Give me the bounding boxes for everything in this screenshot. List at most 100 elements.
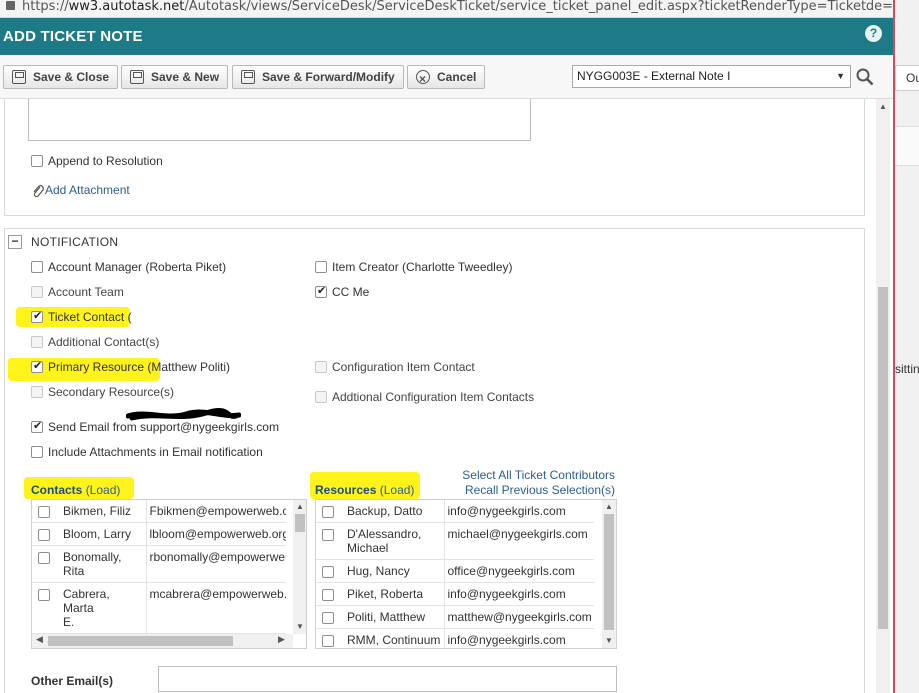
scroll-thumb[interactable] [48, 636, 233, 646]
table-row[interactable]: Bikmen, Filiz Fbikmen@empowerweb.c [32, 500, 286, 523]
other-emails-input[interactable] [158, 666, 617, 692]
row-checkbox-cell [316, 628, 344, 648]
row-name: D'Alessandro, Michael [344, 522, 444, 560]
notify-label: Include Attachments in Email notificatio… [48, 444, 263, 459]
notify-label: Item Creator (Charlotte Tweedley) [332, 259, 513, 274]
url-tail: de= [865, 0, 893, 14]
collapse-icon[interactable]: − [8, 235, 22, 249]
save-forward-button[interactable]: Save & Forward/Modify [232, 65, 404, 89]
resources-vscroll[interactable]: ▲ ▼ [602, 500, 616, 648]
add-attachment-link[interactable]: Add Attachment [31, 183, 130, 198]
search-icon[interactable] [856, 68, 874, 86]
append-resolution-row[interactable]: Append to Resolution [31, 153, 163, 168]
table-row[interactable]: Cabrera, Marta E. mcabrera@empowerweb. [32, 582, 286, 634]
table-row[interactable]: Backup, Datto info@nygeekgirls.com [316, 500, 594, 523]
row-checkbox[interactable] [322, 588, 334, 601]
row-checkbox[interactable] [38, 551, 50, 564]
include-attachments[interactable]: Include Attachments in Email notificatio… [31, 444, 263, 459]
row-checkbox-cell [316, 522, 344, 560]
contacts-hscroll[interactable]: ◀ ▶ [32, 634, 293, 648]
notify-account-team: Account Team [31, 284, 124, 299]
scroll-thumb[interactable] [604, 514, 614, 630]
help-icon[interactable]: ? [865, 25, 882, 42]
scroll-up-icon[interactable]: ▲ [296, 502, 304, 511]
notify-label: Addtional Configuration Item Contacts [332, 389, 535, 404]
row-email: info@nygeekgirls.com [443, 628, 594, 648]
row-checkbox[interactable] [322, 505, 334, 518]
row-checkbox[interactable] [322, 565, 334, 578]
notify-ticket-contact[interactable]: Ticket Contact ( [31, 309, 132, 324]
row-checkbox[interactable] [322, 611, 334, 624]
row-checkbox[interactable] [38, 528, 50, 541]
row-checkbox-cell [316, 559, 344, 583]
background-tab[interactable]: Ou [895, 65, 919, 91]
save-new-button[interactable]: Save & New [121, 65, 229, 89]
lock-icon [6, 1, 15, 10]
add-attachment-label[interactable]: Add Attachment [45, 183, 130, 197]
scroll-up-icon[interactable]: ▲ [879, 102, 887, 111]
paperclip-icon [33, 184, 44, 197]
table-row[interactable]: Politi, Matthew matthew@nygeekgirls.com [316, 605, 594, 629]
notify-label: Send Email from support@nygeekgirls.com [48, 419, 279, 434]
notify-checkbox [31, 385, 43, 398]
scroll-left-icon[interactable]: ◀ [36, 634, 43, 645]
main-scrollbar[interactable]: ▲ [876, 99, 890, 693]
notify-item-creator[interactable]: Item Creator (Charlotte Tweedley) [315, 259, 513, 274]
notify-label: Configuration Item Contact [332, 359, 475, 374]
table-row[interactable]: Bonomally, Rita rbonomally@empowerweb [32, 545, 286, 583]
row-email: info@nygeekgirls.com [443, 582, 594, 606]
row-email: rbonomally@empowerweb [145, 545, 286, 583]
contacts-load-link[interactable]: (Load) [86, 483, 121, 497]
row-checkbox[interactable] [322, 528, 334, 541]
select-all-contributors-link[interactable]: Select All Ticket Contributors [462, 468, 615, 482]
url-host: ww3.autotask.net [68, 0, 185, 14]
browser-url-bar[interactable]: https://ww3.autotask.net/Autotask/views/… [0, 0, 893, 18]
save-icon [241, 70, 255, 84]
cancel-button[interactable]: Cancel [407, 65, 486, 90]
table-row[interactable]: Piket, Roberta info@nygeekgirls.com [316, 582, 594, 606]
notify-checkbox[interactable] [31, 359, 43, 373]
notification-title: NOTIFICATION [31, 235, 119, 249]
contacts-table: Bikmen, Filiz Fbikmen@empowerweb.c Bloom, … [32, 500, 286, 648]
scroll-up-icon[interactable]: ▲ [605, 502, 613, 511]
notify-checkbox[interactable] [31, 445, 43, 458]
row-checkbox[interactable] [38, 588, 50, 601]
resources-title: Resources [315, 483, 377, 497]
table-row[interactable]: Bloom, Larry lbloom@empowerweb.org [32, 522, 286, 546]
chevron-down-icon: ▼ [836, 71, 845, 81]
notify-checkbox[interactable] [315, 284, 327, 298]
table-row[interactable]: RMM, Continuum info@nygeekgirls.com [316, 628, 594, 648]
contacts-vscroll[interactable]: ▲ ▼ [293, 500, 306, 634]
url-scheme: https:// [22, 0, 69, 14]
table-row[interactable]: D'Alessandro, Michael michael@nygeekgirls… [316, 522, 594, 560]
append-resolution-checkbox[interactable] [31, 154, 43, 167]
notify-checkbox[interactable] [31, 260, 43, 273]
scroll-right-icon[interactable]: ▶ [278, 634, 285, 645]
notify-checkbox[interactable] [315, 260, 327, 273]
save-close-button[interactable]: Save & Close [3, 65, 119, 89]
row-checkbox[interactable] [38, 505, 50, 518]
recall-selections-link[interactable]: Recall Previous Selection(s) [465, 483, 615, 497]
resources-grid: Backup, Datto info@nygeekgirls.com D'Aless… [315, 499, 617, 649]
row-checkbox[interactable] [322, 634, 334, 647]
notify-account-manager[interactable]: Account Manager (Roberta Piket) [31, 259, 226, 274]
row-email: mcabrera@empowerweb. [145, 582, 286, 634]
notify-label: CC Me [332, 284, 370, 299]
notify-primary-resource[interactable]: Primary Resource (Matthew Politi) [31, 359, 230, 374]
notify-label: Additional Contact(s) [48, 334, 160, 349]
notify-checkbox[interactable] [31, 419, 43, 433]
notify-checkbox[interactable] [31, 309, 43, 323]
scroll-down-icon[interactable]: ▼ [296, 622, 304, 631]
send-email-from[interactable]: Send Email from support@nygeekgirls.com [31, 419, 279, 434]
note-description-textarea[interactable] [28, 99, 531, 141]
scroll-thumb[interactable] [878, 287, 888, 629]
resources-load-link[interactable]: (Load) [380, 483, 415, 497]
row-name: Piket, Roberta [344, 582, 444, 606]
row-checkbox-cell [32, 545, 60, 583]
notify-cc-me[interactable]: CC Me [315, 284, 369, 299]
scroll-down-icon[interactable]: ▼ [605, 636, 613, 645]
save-close-label: Save & Close [33, 70, 110, 84]
table-row[interactable]: Hug, Nancy office@nygeekgirls.com [316, 559, 594, 583]
note-type-select[interactable]: NYGG003E - External Note I ▼ [572, 65, 851, 88]
scroll-thumb[interactable] [295, 514, 305, 532]
